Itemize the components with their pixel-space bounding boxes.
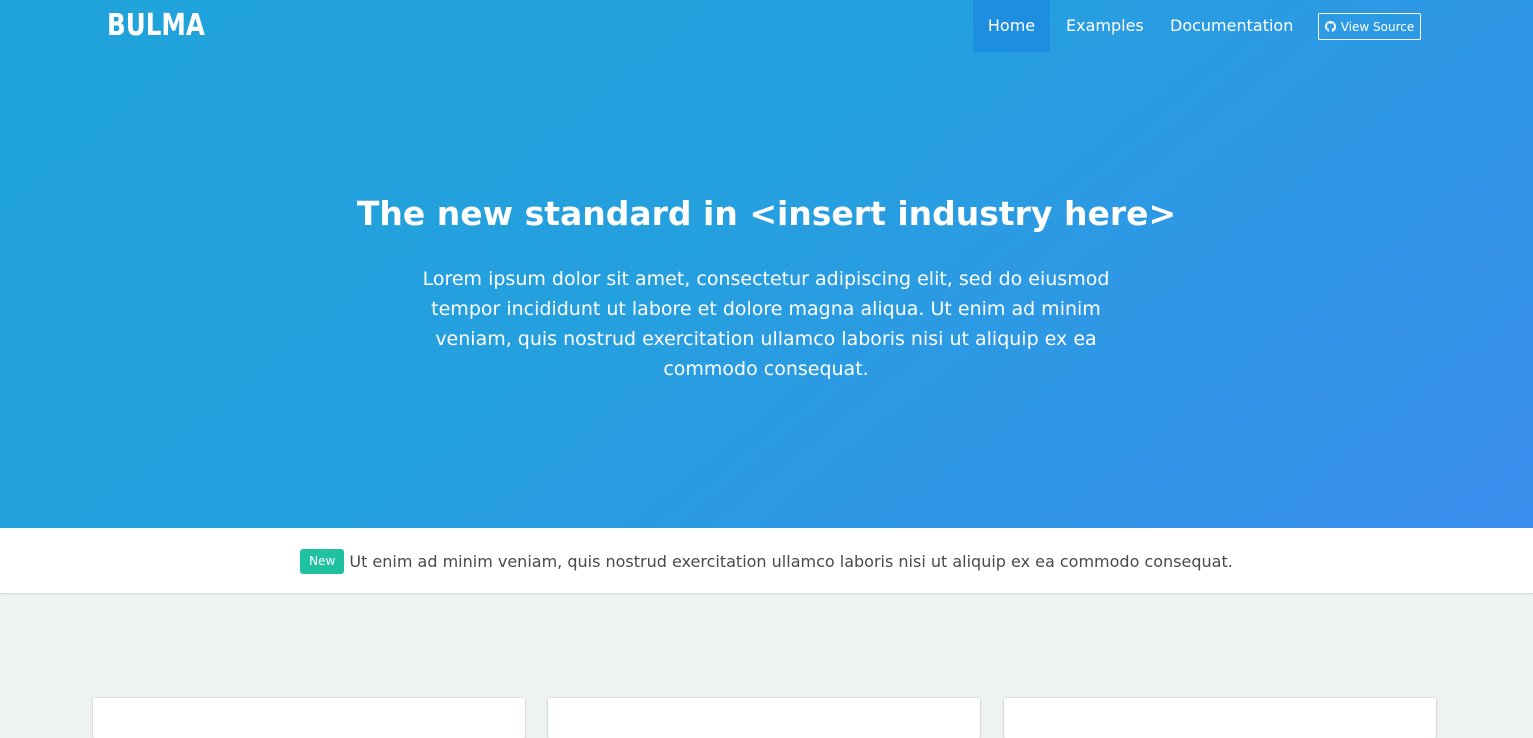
hero-subtitle: Lorem ipsum dolor sit amet, consectetur …	[422, 268, 1110, 380]
feature-card	[93, 698, 525, 738]
view-source-label: View Source	[1340, 19, 1415, 34]
feature-card	[1004, 698, 1436, 738]
brand-logo[interactable]: BULMA	[107, 8, 205, 44]
github-icon	[1324, 21, 1336, 32]
hero-title: The new standard in <insert industry her…	[356, 194, 1177, 233]
nav-item-home[interactable]: Home	[973, 0, 1050, 52]
new-tag: New	[300, 549, 345, 574]
feature-card	[548, 698, 980, 738]
announcement-content: New Ut enim ad minim veniam, quis nostru…	[0, 549, 1533, 574]
hero-section: BULMA Home Examples Documentation View S…	[0, 0, 1533, 528]
announcement-text: Ut enim ad minim veniam, quis nostrud ex…	[349, 552, 1233, 571]
nav-item-examples[interactable]: Examples	[1066, 0, 1144, 52]
nav-item-documentation[interactable]: Documentation	[1170, 0, 1293, 52]
view-source-button[interactable]: View Source	[1318, 13, 1421, 40]
announcement-bar: New Ut enim ad minim veniam, quis nostru…	[0, 528, 1533, 594]
